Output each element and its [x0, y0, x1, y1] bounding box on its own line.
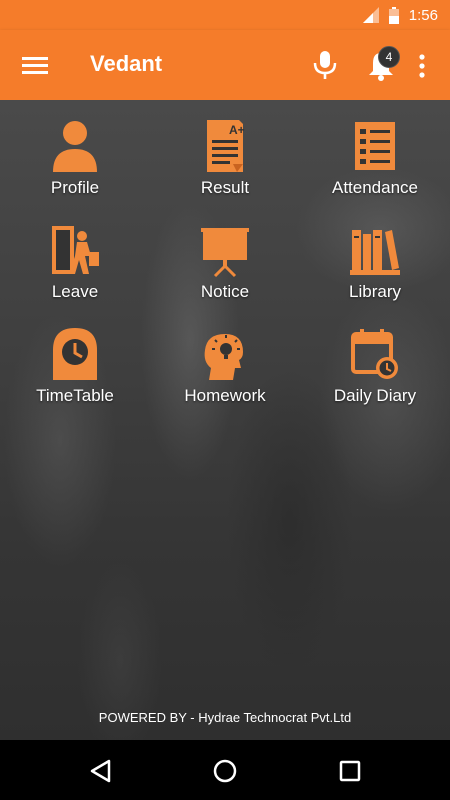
menu-item-profile[interactable]: Profile	[0, 118, 150, 218]
dashboard-content: Profile A+ Result Attendance Leave Notic…	[0, 100, 450, 740]
menu-label-result: Result	[200, 178, 250, 197]
menu-label-daily-diary: Daily Diary	[333, 386, 417, 405]
menu-label-attendance: Attendance	[331, 178, 418, 197]
notice-icon	[201, 228, 249, 278]
mic-icon[interactable]	[312, 50, 338, 80]
system-nav-bar	[0, 740, 450, 800]
menu-item-daily-diary[interactable]: Daily Diary	[300, 326, 450, 426]
menu-label-profile: Profile	[50, 178, 100, 197]
app-title: Vedant	[90, 51, 163, 76]
menu-item-result[interactable]: A+ Result	[150, 118, 300, 218]
attendance-icon	[355, 122, 395, 170]
hamburger-menu-icon[interactable]	[22, 53, 48, 77]
daily-diary-icon	[351, 329, 398, 379]
home-icon[interactable]	[212, 758, 238, 784]
menu-item-leave[interactable]: Leave	[0, 222, 150, 322]
menu-item-attendance[interactable]: Attendance	[300, 118, 450, 218]
powered-by-footer: POWERED BY - Hydrae Technocrat Pvt.Ltd	[98, 710, 352, 725]
menu-label-library: Library	[349, 282, 401, 301]
menu-item-timetable[interactable]: TimeTable	[0, 326, 150, 426]
timetable-icon	[53, 328, 97, 380]
profile-icon	[53, 121, 97, 172]
menu-item-notice[interactable]: Notice	[150, 222, 300, 322]
notification-badge: 4	[378, 46, 400, 68]
status-time: 1:56	[408, 6, 438, 24]
menu-label-timetable: TimeTable	[36, 386, 114, 405]
leave-icon	[52, 226, 99, 274]
menu-label-homework: Homework	[184, 386, 266, 405]
menu-label-leave: Leave	[51, 282, 99, 301]
back-icon[interactable]	[88, 758, 114, 784]
status-bar: 1:56	[0, 0, 450, 30]
menu-label-notice: Notice	[200, 282, 250, 301]
more-vert-icon[interactable]	[414, 52, 430, 80]
menu-item-homework[interactable]: Homework	[150, 326, 300, 426]
menu-item-library[interactable]: Library	[300, 222, 450, 322]
homework-icon	[204, 334, 243, 380]
signal-icon	[362, 7, 379, 23]
battery-icon	[388, 6, 399, 24]
svg-text:A+: A+	[229, 123, 245, 137]
library-icon	[350, 230, 400, 275]
result-icon: A+	[207, 120, 245, 172]
recents-icon[interactable]	[337, 758, 363, 784]
